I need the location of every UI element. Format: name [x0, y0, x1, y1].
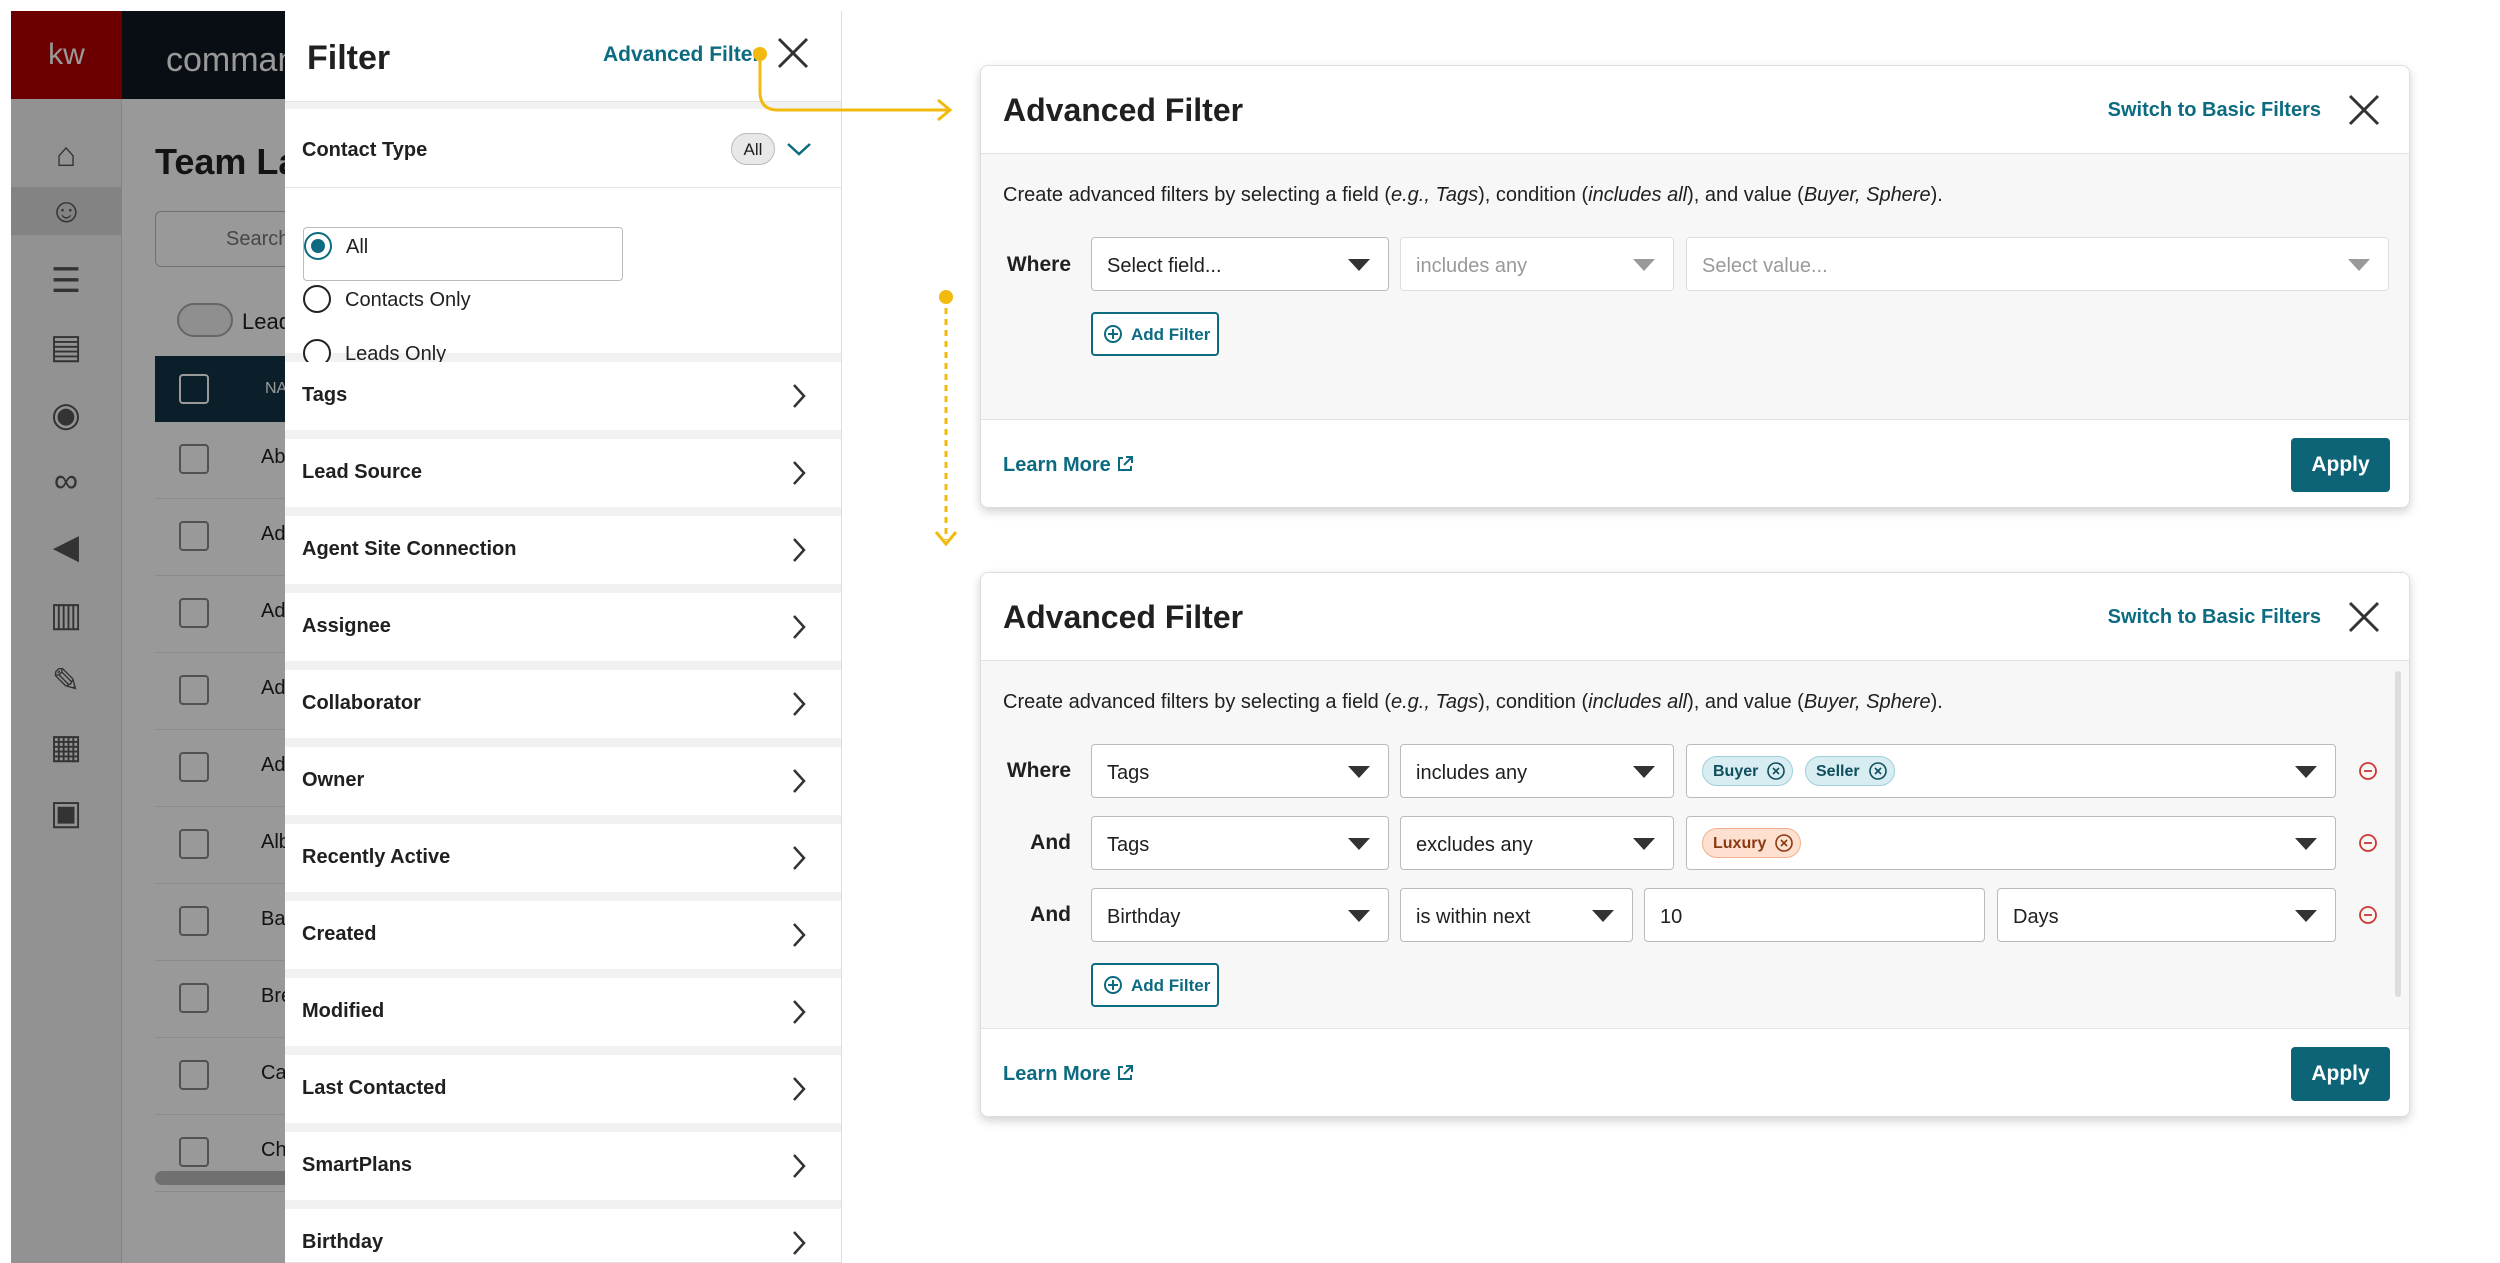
field-select[interactable]: Tags [1091, 744, 1389, 798]
desc-example: includes all [1588, 691, 1688, 713]
learn-more-link[interactable]: Learn More [1003, 454, 1135, 477]
remove-row-icon[interactable] [2358, 905, 2378, 925]
select-value: Birthday [1107, 906, 1181, 928]
row-label: Where [1006, 759, 1071, 782]
select-value: Tags [1107, 834, 1150, 856]
select-value: includes any [1416, 762, 1528, 784]
unit-select[interactable]: Days [1997, 888, 2336, 942]
add-filter-label: Add Filter [1131, 325, 1211, 344]
condition-select[interactable]: is within next [1400, 888, 1633, 942]
chevron-down-icon [2295, 766, 2317, 778]
panel-footer: Learn More Apply [981, 419, 2409, 507]
chevron-down-icon [2295, 910, 2317, 922]
chip-label: Luxury [1713, 835, 1767, 852]
plus-circle-icon [1104, 325, 1122, 343]
panel-header: Advanced Filter Switch to Basic Filters [981, 573, 2409, 661]
remove-row-icon[interactable] [2358, 833, 2378, 853]
desc-example: includes all [1588, 184, 1688, 206]
select-value: Days [2013, 906, 2059, 928]
select-value: Select value... [1702, 255, 1828, 277]
desc-text: ), and value ( [1687, 691, 1804, 713]
close-icon[interactable] [2344, 597, 2384, 637]
chevron-down-icon [1348, 766, 1370, 778]
external-link-icon [1117, 456, 1133, 471]
switch-basic-link[interactable]: Switch to Basic Filters [2108, 99, 2321, 122]
value-select[interactable]: Buyer Seller [1686, 744, 2336, 798]
remove-chip-icon[interactable] [1868, 761, 1888, 781]
chip-label: Seller [1816, 763, 1860, 780]
add-filter-button[interactable]: Add Filter [1091, 312, 1219, 356]
row-label: And [1030, 831, 1071, 854]
panel-title: Advanced Filter [1003, 92, 1244, 128]
select-value: is within next [1416, 906, 1531, 928]
panel-header: Advanced Filter Switch to Basic Filters [981, 66, 2409, 154]
remove-chip-icon[interactable] [1774, 833, 1794, 853]
learn-more-label: Learn More [1003, 454, 1111, 476]
panel-description: Create advanced filters by selecting a f… [1003, 691, 1943, 714]
value-select[interactable]: Luxury [1686, 816, 2336, 870]
remove-row-icon[interactable] [2358, 761, 2378, 781]
external-link-icon [1117, 1065, 1133, 1080]
tag-chip[interactable]: Buyer [1702, 756, 1794, 786]
chevron-down-icon [2295, 838, 2317, 850]
chevron-down-icon [1348, 259, 1370, 271]
chip-label: Buyer [1713, 763, 1759, 780]
advanced-filter-filled: Advanced Filter Switch to Basic Filters … [980, 572, 2410, 1117]
chevron-down-icon [1633, 838, 1655, 850]
chevron-down-icon [1633, 766, 1655, 778]
select-value: Select field... [1107, 255, 1222, 277]
panel-footer: Learn More Apply [981, 1028, 2409, 1116]
select-value: Tags [1107, 762, 1150, 784]
field-select[interactable]: Tags [1091, 816, 1389, 870]
close-icon[interactable] [2344, 90, 2384, 130]
desc-example: e.g., Tags [1390, 691, 1479, 713]
add-filter-label: Add Filter [1131, 976, 1211, 995]
desc-text: ). [1930, 691, 1943, 713]
remove-chip-icon[interactable] [1766, 761, 1786, 781]
advanced-filter-empty: Advanced Filter Switch to Basic Filters … [980, 65, 2410, 508]
row-label: And [1030, 903, 1071, 926]
desc-text: Create advanced filters by selecting a f… [1003, 691, 1391, 713]
select-value: excludes any [1416, 834, 1533, 856]
desc-text: ), and value ( [1687, 184, 1804, 206]
select-value: includes any [1416, 255, 1528, 277]
learn-more-label: Learn More [1003, 1063, 1111, 1085]
input-value: 10 [1660, 906, 1683, 928]
chevron-down-icon [1348, 910, 1370, 922]
value-select[interactable]: Select value... [1686, 237, 2389, 291]
panel-description: Create advanced filters by selecting a f… [1003, 184, 1943, 207]
panel-title: Advanced Filter [1003, 599, 1244, 635]
field-select[interactable]: Birthday [1091, 888, 1389, 942]
condition-select[interactable]: includes any [1400, 744, 1674, 798]
desc-example: Buyer, Sphere [1803, 184, 1931, 206]
desc-text: ), condition ( [1478, 184, 1589, 206]
switch-basic-link[interactable]: Switch to Basic Filters [2108, 606, 2321, 629]
desc-example: Buyer, Sphere [1803, 691, 1931, 713]
apply-button[interactable]: Apply [2291, 438, 2390, 492]
apply-button[interactable]: Apply [2291, 1047, 2390, 1101]
condition-select[interactable]: includes any [1400, 237, 1674, 291]
plus-circle-icon [1104, 976, 1122, 994]
desc-text: ). [1930, 184, 1943, 206]
desc-example: e.g., Tags [1390, 184, 1479, 206]
condition-select[interactable]: excludes any [1400, 816, 1674, 870]
vertical-scrollbar[interactable] [2395, 671, 2401, 997]
value-input[interactable]: 10 [1644, 888, 1985, 942]
tag-chip[interactable]: Seller [1805, 756, 1895, 786]
chevron-down-icon [1633, 259, 1655, 271]
chevron-down-icon [1592, 910, 1614, 922]
desc-text: Create advanced filters by selecting a f… [1003, 184, 1391, 206]
chevron-down-icon [2348, 259, 2370, 271]
learn-more-link[interactable]: Learn More [1003, 1063, 1135, 1086]
field-select[interactable]: Select field... [1091, 237, 1389, 291]
add-filter-button[interactable]: Add Filter [1091, 963, 1219, 1007]
chevron-down-icon [1348, 838, 1370, 850]
desc-text: ), condition ( [1478, 691, 1589, 713]
where-label: Where [1006, 253, 1071, 276]
tag-chip[interactable]: Luxury [1702, 828, 1802, 858]
